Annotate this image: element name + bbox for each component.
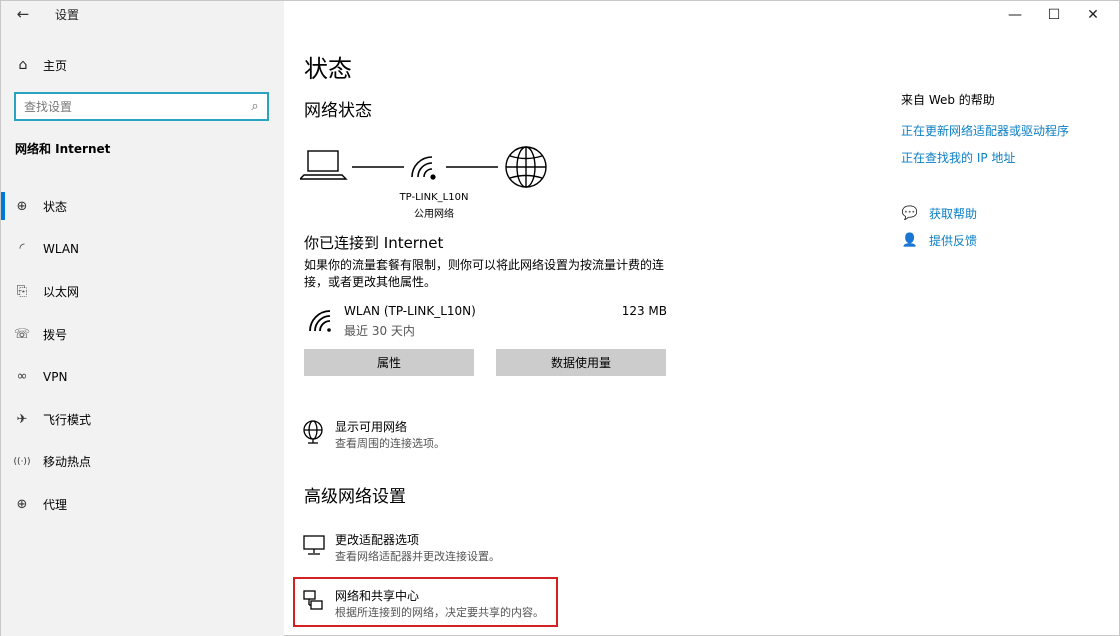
show-networks-desc: 查看周围的连接选项。 bbox=[335, 437, 445, 450]
window-controls: — ☐ ✕ bbox=[988, 5, 1105, 25]
close-icon[interactable]: ✕ bbox=[1081, 5, 1105, 25]
help-title: 来自 Web 的帮助 bbox=[901, 93, 995, 107]
feedback-link[interactable]: 👤 提供反馈 bbox=[901, 232, 977, 249]
connected-title: 你已连接到 Internet bbox=[304, 234, 444, 252]
show-available-networks-link[interactable]: 显示可用网络 查看周围的连接选项。 bbox=[302, 416, 602, 452]
feedback-person-icon: 👤 bbox=[901, 233, 919, 248]
adapter-monitor-icon bbox=[303, 535, 325, 555]
sidebar-item-label: 代理 bbox=[43, 497, 68, 512]
help-link-find-ip[interactable]: 正在查找我的 IP 地址 bbox=[901, 149, 1111, 166]
get-help-label: 获取帮助 bbox=[929, 207, 978, 221]
network-name: TP-LINK_L10N bbox=[399, 192, 469, 203]
get-help-link[interactable]: 💬 获取帮助 bbox=[901, 205, 977, 222]
minimize-icon[interactable]: — bbox=[1003, 5, 1027, 25]
network-status-heading: 网络状态 bbox=[304, 101, 372, 121]
help-link-update-adapter[interactable]: 正在更新网络适配器或驱动程序 bbox=[901, 122, 1111, 139]
vpn-icon: ∞ bbox=[16, 369, 28, 385]
sidebar-item-home[interactable]: ⌂ 主页 bbox=[1, 51, 284, 79]
wifi-signal-icon bbox=[411, 156, 436, 180]
wifi-icon bbox=[309, 310, 331, 332]
data-usage-button[interactable]: 数据使用量 bbox=[496, 349, 666, 376]
status-globe-icon: ⊕ bbox=[16, 198, 28, 214]
network-type: 公用网络 bbox=[414, 209, 454, 220]
chat-help-icon: 💬 bbox=[901, 206, 919, 221]
ethernet-icon: ⎘ bbox=[16, 283, 28, 299]
sidebar-item-label: VPN bbox=[43, 369, 68, 384]
search-icon[interactable]: ⌕ bbox=[243, 99, 267, 114]
properties-button[interactable]: 属性 bbox=[304, 349, 474, 376]
proxy-globe-icon: ⊕ bbox=[16, 496, 28, 512]
sidebar-item-label: 以太网 bbox=[43, 284, 80, 299]
feedback-label: 提供反馈 bbox=[929, 234, 978, 248]
settings-window: ← 设置 ⌂ 主页 ⌕ 网络和 Internet ⊕ 状态 ◜ WLAN ⎘ 以… bbox=[0, 0, 1120, 636]
sidebar-item-label: 主页 bbox=[43, 58, 68, 73]
sidebar-item-status[interactable]: ⊕ 状态 bbox=[1, 185, 284, 228]
advanced-settings-heading: 高级网络设置 bbox=[304, 487, 406, 507]
connected-description: 如果你的流量套餐有限制，则你可以将此网络设置为按流量计费的连接，或者更改其他属性… bbox=[304, 258, 665, 289]
sidebar-nav: ⊕ 状态 ◜ WLAN ⎘ 以太网 ☏ 拨号 ∞ VPN ✈ 飞行模式 ((·)… bbox=[1, 185, 284, 526]
wlan-data-usage: 123 MB bbox=[621, 304, 667, 318]
wlan-period: 最近 30 天内 bbox=[344, 324, 415, 338]
sidebar-item-ethernet[interactable]: ⎘ 以太网 bbox=[1, 270, 284, 313]
adapter-options-desc: 查看网络适配器并更改连接设置。 bbox=[335, 550, 500, 563]
highlight-box bbox=[293, 577, 558, 627]
main-content: — ☐ ✕ 状态 网络状态 TP-LINK_L10N 公用网络 你已连接到 In… bbox=[284, 1, 1119, 636]
search-input[interactable] bbox=[16, 94, 243, 119]
back-arrow-icon[interactable]: ← bbox=[13, 5, 33, 23]
network-globe-icon bbox=[303, 420, 323, 444]
sidebar-item-label: 移动热点 bbox=[43, 455, 92, 470]
window-title: 设置 bbox=[55, 8, 80, 22]
sidebar-item-proxy[interactable]: ⊕ 代理 bbox=[1, 483, 284, 526]
sidebar-item-label: 状态 bbox=[43, 199, 68, 214]
help-panel: 来自 Web 的帮助 正在更新网络适配器或驱动程序 正在查找我的 IP 地址 bbox=[901, 91, 1111, 166]
sidebar-item-label: 飞行模式 bbox=[43, 412, 92, 427]
change-adapter-options-link[interactable]: 更改适配器选项 查看网络适配器并更改连接设置。 bbox=[302, 529, 602, 565]
wlan-connection-name: WLAN (TP-LINK_L10N) bbox=[344, 304, 476, 318]
sidebar-item-label: 拨号 bbox=[43, 327, 68, 342]
dialup-icon: ☏ bbox=[13, 326, 31, 342]
adapter-options-title: 更改适配器选项 bbox=[335, 533, 420, 547]
laptop-icon bbox=[300, 150, 348, 180]
maximize-icon[interactable]: ☐ bbox=[1042, 5, 1066, 25]
home-icon: ⌂ bbox=[18, 57, 28, 73]
sidebar-item-hotspot[interactable]: ((·)) 移动热点 bbox=[1, 441, 284, 484]
sidebar-section-title: 网络和 Internet bbox=[15, 142, 111, 156]
search-box: ⌕ bbox=[14, 92, 269, 121]
page-title: 状态 bbox=[304, 55, 352, 83]
show-networks-title: 显示可用网络 bbox=[335, 420, 408, 434]
internet-globe-icon bbox=[505, 146, 547, 188]
sidebar-item-airplane[interactable]: ✈ 飞行模式 bbox=[1, 398, 284, 441]
sidebar-item-label: WLAN bbox=[43, 241, 80, 256]
sidebar-item-wlan[interactable]: ◜ WLAN bbox=[1, 228, 284, 271]
sidebar: ← 设置 ⌂ 主页 ⌕ 网络和 Internet ⊕ 状态 ◜ WLAN ⎘ 以… bbox=[1, 1, 284, 636]
airplane-icon: ✈ bbox=[16, 411, 28, 427]
sidebar-item-dialup[interactable]: ☏ 拨号 bbox=[1, 313, 284, 356]
hotspot-icon: ((·)) bbox=[13, 456, 31, 467]
sidebar-item-vpn[interactable]: ∞ VPN bbox=[1, 355, 284, 398]
wlan-usage-row: WLAN (TP-LINK_L10N) 最近 30 天内 123 MB bbox=[304, 301, 669, 341]
wifi-icon: ◜ bbox=[19, 241, 25, 257]
